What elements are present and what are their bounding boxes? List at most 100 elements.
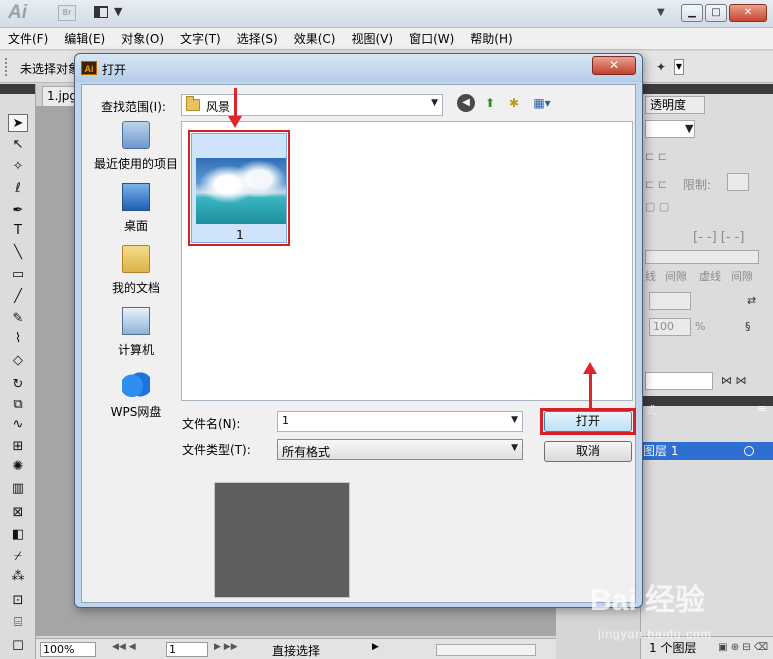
chevron-down-icon: ▼ [431, 98, 438, 108]
file-type-select[interactable]: 所有格式 ▼ [277, 439, 523, 460]
panel-menu-icon[interactable]: ≡ [757, 402, 766, 415]
annotation-arrow-up-icon [583, 362, 597, 408]
file-item[interactable]: 1 [191, 133, 287, 243]
gradient-tool-icon[interactable]: ◧ [8, 526, 28, 544]
pencil-tool-icon[interactable]: ✎ [8, 310, 28, 328]
look-in-select[interactable]: 风景 ▼ [181, 94, 443, 116]
current-tool-status: 直接选择 [272, 644, 321, 658]
artboard-next-icons[interactable]: ▶ ▶▶ [214, 642, 238, 652]
status-bar: 100% ◀◀ ◀ 1 ▶ ▶▶ 直接选择 ▶ [36, 638, 556, 659]
arrange-documents-button[interactable]: ▼ [92, 4, 124, 22]
selection-tool-icon[interactable]: ➤ [8, 114, 28, 132]
paintbrush-tool-icon[interactable]: ╱ [8, 288, 28, 306]
workspace-menu-icon[interactable]: ▼ [657, 4, 669, 22]
menu-effect[interactable]: 效果(C) [294, 30, 336, 47]
eraser-tool-icon[interactable]: ◇ [8, 352, 28, 370]
menu-object[interactable]: 对象(O) [121, 30, 164, 47]
bridge-button[interactable]: Br [58, 5, 76, 21]
cancel-button[interactable]: 取消 [544, 441, 632, 462]
layer-target-icon[interactable] [744, 446, 754, 456]
zoom-field[interactable]: 100% [40, 642, 96, 657]
blob-brush-tool-icon[interactable]: ⌇ [8, 330, 28, 348]
place-wps-cloud[interactable]: WPS网盘 [91, 369, 181, 425]
tab-transparency[interactable]: 透明度 [645, 96, 705, 114]
place-my-documents[interactable]: 我的文档 [91, 245, 181, 301]
illustrator-app-icon: Ai [81, 61, 97, 75]
slice-tool-icon[interactable]: ⌸ [8, 614, 28, 632]
place-label: 最近使用的项目 [93, 157, 178, 171]
artboard-prev-icons[interactable]: ◀◀ ◀ [112, 642, 136, 652]
folder-icon [186, 96, 200, 111]
pen-tool-icon[interactable]: ✒ [8, 202, 28, 220]
flip-icons[interactable]: ⋈ ⋈ [721, 374, 747, 387]
layer-row[interactable]: 图层 1 [641, 442, 773, 460]
new-folder-icon[interactable]: ✱ [505, 94, 523, 112]
chevron-down-icon: ▼ [511, 443, 518, 453]
dash-fields[interactable] [645, 250, 759, 264]
type-tool-icon[interactable]: T [8, 222, 28, 240]
place-recent[interactable]: 最近使用的项目 [91, 121, 181, 177]
back-icon[interactable]: ◀ [457, 94, 475, 112]
panel-dock-header[interactable] [641, 84, 773, 94]
profile-select[interactable] [645, 372, 713, 390]
warp-tool-icon[interactable]: ∿ [8, 416, 28, 434]
rectangle-tool-icon[interactable]: ▭ [8, 266, 28, 284]
artboard-number-field[interactable]: 1 [166, 642, 208, 657]
menu-window[interactable]: 窗口(W) [409, 30, 454, 47]
magic-wand-icon[interactable]: ✦ [656, 60, 666, 74]
arrowhead-select[interactable] [649, 292, 691, 310]
menu-select[interactable]: 选择(S) [237, 30, 278, 47]
mesh-tool-icon[interactable]: ⊠ [8, 504, 28, 522]
direct-selection-tool-icon[interactable]: ↖ [8, 136, 28, 154]
place-label: 桌面 [123, 219, 148, 233]
menu-file[interactable]: 文件(F) [8, 30, 48, 47]
blend-tool-icon[interactable]: ⁂ [8, 568, 28, 586]
align-stroke-icons[interactable]: ▢ ▢ [645, 200, 669, 213]
column-graph-tool-icon[interactable]: ▥ [8, 480, 28, 498]
rotate-tool-icon[interactable]: ↻ [8, 376, 28, 394]
dialog-title: 打开 [102, 63, 127, 77]
dialog-titlebar[interactable]: Ai 打开 ✕ [75, 54, 642, 82]
line-tool-icon[interactable]: ╲ [8, 244, 28, 262]
tools-panel-header[interactable] [0, 84, 35, 94]
recent-items-icon [122, 121, 150, 149]
file-type-label: 文件类型(T): [182, 443, 251, 457]
status-menu-icon[interactable]: ▶ [372, 642, 379, 652]
swap-arrows-icon[interactable]: ⇄ [747, 294, 756, 307]
cap-style-icons[interactable]: ⊏ ⊏ [645, 150, 667, 163]
file-list[interactable]: 1 [181, 121, 633, 401]
dialog-close-button[interactable]: ✕ [592, 56, 636, 75]
open-button[interactable]: 打开 [544, 411, 632, 432]
magic-wand-tool-icon[interactable]: ✧ [8, 158, 28, 176]
join-style-icons[interactable]: ⊏ ⊏ [645, 178, 667, 191]
chevron-down-icon[interactable]: ▼ [511, 415, 518, 425]
view-menu-icon[interactable]: ▦▾ [529, 94, 555, 112]
eyedropper-tool-icon[interactable]: ⌿ [8, 548, 28, 566]
menu-type[interactable]: 文字(T) [180, 30, 221, 47]
file-item-highlight: 1 [188, 130, 290, 246]
menu-view[interactable]: 视图(V) [351, 30, 393, 47]
artboard-tool-icon[interactable]: ⊡ [8, 592, 28, 610]
control-bar-grip[interactable] [5, 58, 9, 76]
layers-tab-stub[interactable]: 式 [645, 402, 665, 418]
miter-limit-field[interactable] [727, 173, 749, 191]
menu-help[interactable]: 帮助(H) [470, 30, 512, 47]
place-computer[interactable]: 计算机 [91, 307, 181, 363]
hand-tool-icon[interactable]: ☐ [8, 638, 28, 656]
free-transform-tool-icon[interactable]: ⊞ [8, 438, 28, 456]
look-in-label: 查找范围(I): [101, 100, 166, 114]
up-folder-icon[interactable]: ⬆ [481, 94, 499, 112]
place-desktop[interactable]: 桌面 [91, 183, 181, 239]
minimize-button[interactable]: ▁ [681, 4, 703, 22]
menu-edit[interactable]: 编辑(E) [64, 30, 105, 47]
app-close-button[interactable]: ✕ [729, 4, 767, 22]
link-icon[interactable]: § [745, 320, 751, 333]
my-documents-icon [122, 245, 150, 273]
scale-tool-icon[interactable]: ⧉ [8, 396, 28, 414]
chevron-down-icon[interactable]: ▼ [674, 59, 684, 75]
lasso-tool-icon[interactable]: ℓ [8, 180, 28, 198]
file-name-input[interactable]: 1 ▼ [277, 411, 523, 432]
symbol-sprayer-tool-icon[interactable]: ✺ [8, 458, 28, 476]
horizontal-scrollbar[interactable] [436, 644, 536, 656]
maximize-button[interactable]: □ [705, 4, 727, 22]
